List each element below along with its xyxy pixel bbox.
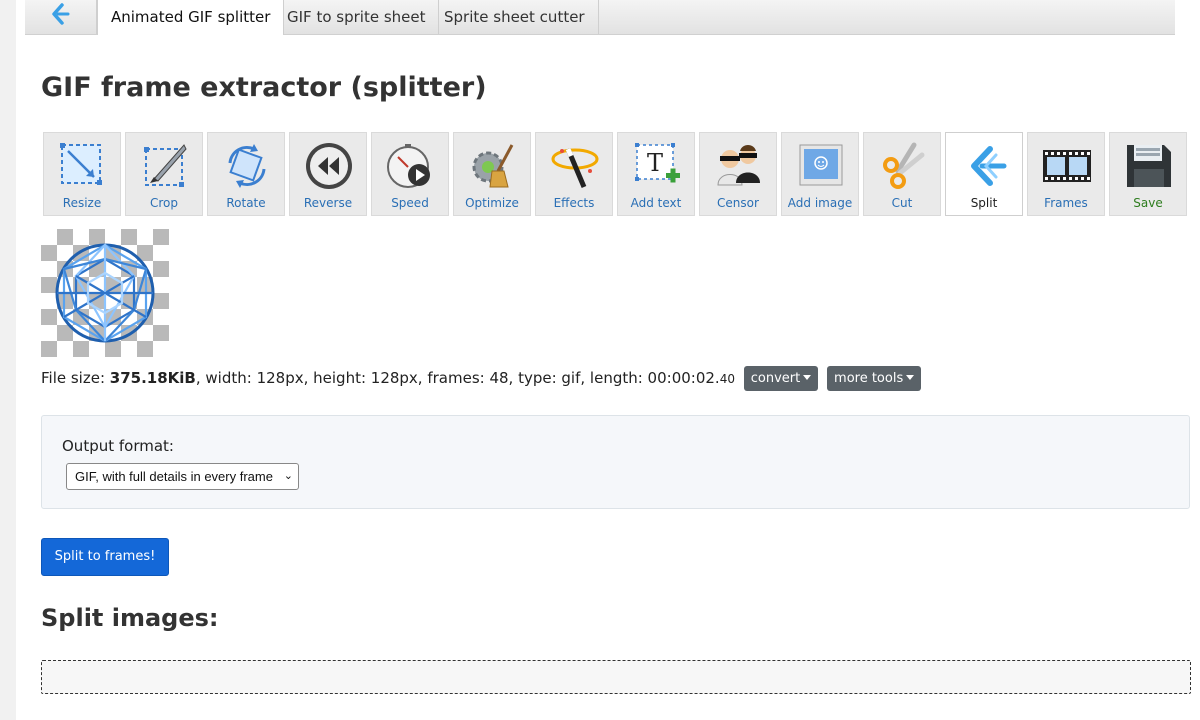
tool-censor-button[interactable]: Censor (699, 132, 777, 216)
censor-icon (717, 145, 760, 186)
frames-icon (1043, 150, 1091, 182)
file-size-label: File size: (41, 369, 110, 387)
output-format-value: GIF, with full details in every frame (75, 469, 273, 484)
tool-label: Split (970, 196, 998, 210)
chevron-down-icon: ⌄ (283, 470, 293, 482)
tool-label: Speed (391, 196, 429, 210)
tool-label: Reverse (303, 196, 353, 210)
page-title: GIF frame extractor (splitter) (41, 72, 487, 103)
tool-label: Save (1133, 196, 1163, 210)
split-images-heading: Split images: (41, 604, 219, 632)
tool-label: Add text (630, 196, 682, 210)
effects-icon (551, 148, 599, 188)
convert-label: convert (750, 371, 801, 386)
tool-optimize-button[interactable]: Optimize (453, 132, 531, 216)
tool-effects-button[interactable]: Effects (535, 132, 613, 216)
home-tab[interactable] (25, 0, 97, 34)
tool-frames-button[interactable]: Frames (1027, 132, 1105, 216)
geodesic-sphere-image (55, 243, 155, 343)
tool-label: Crop (149, 196, 178, 210)
tab-gif-to-sprite-sheet[interactable]: GIF to sprite sheet (274, 0, 440, 34)
tool-label: Add image (787, 196, 853, 210)
resize-icon (60, 143, 102, 185)
tool-speed-button[interactable]: Speed (371, 132, 449, 216)
file-length-fraction: 40 (719, 372, 735, 386)
page-container: Animated GIF splitter GIF to sprite shee… (16, 0, 1200, 720)
tool-split-button[interactable]: Split (945, 132, 1023, 216)
tab-sprite-sheet-cutter[interactable]: Sprite sheet cutter (431, 0, 599, 34)
file-size-value: 375.18KiB (109, 369, 196, 387)
tool-resize-button[interactable]: Resize (43, 132, 121, 216)
tab-bar: Animated GIF splitter GIF to sprite shee… (25, 0, 1175, 35)
tool-label: Effects (553, 196, 595, 210)
file-info: File size: 375.18KiB, width: 128px, heig… (41, 366, 922, 392)
tool-add-image-button[interactable]: Add image (781, 132, 859, 216)
split-icon (971, 146, 1007, 186)
split-to-frames-button[interactable]: Split to frames! (41, 538, 169, 576)
tool-label: Optimize (465, 196, 519, 210)
file-details: , width: 128px, height: 128px, frames: 4… (195, 369, 720, 387)
home-logo-icon (51, 3, 69, 25)
tool-label: Rotate (226, 196, 266, 210)
options-panel: Output format: GIF, with full details in… (41, 415, 1190, 509)
output-format-select[interactable]: GIF, with full details in every frame ⌄ (66, 463, 299, 490)
speed-icon (387, 144, 430, 188)
tab-animated-gif-splitter[interactable]: Animated GIF splitter (97, 0, 285, 35)
tool-toolbar: Resize Crop Rotate Reverse Speed Optimiz… (43, 132, 1200, 216)
split-images-container (41, 660, 1191, 694)
tool-rotate-button[interactable]: Rotate (207, 132, 285, 216)
cut-icon (883, 142, 925, 189)
gif-preview-image (41, 229, 169, 357)
convert-dropdown-button[interactable]: convert (743, 366, 819, 391)
add-text-icon: T (635, 143, 680, 183)
caret-down-icon (803, 375, 812, 380)
add-image-icon (799, 144, 843, 186)
rotate-icon (228, 144, 266, 188)
optimize-icon (472, 144, 514, 188)
reverse-icon (306, 143, 352, 189)
more-tools-dropdown-button[interactable]: more tools (827, 366, 922, 391)
tool-label: Resize (62, 196, 102, 210)
caret-down-icon (906, 375, 915, 380)
save-icon (1127, 145, 1171, 187)
svg-text:T: T (647, 149, 663, 177)
tool-label: Cut (891, 196, 913, 210)
tool-label: Censor (717, 196, 759, 210)
crop-icon (144, 144, 187, 187)
tool-reverse-button[interactable]: Reverse (289, 132, 367, 216)
tool-cut-button[interactable]: Cut (863, 132, 941, 216)
tool-label: Frames (1044, 196, 1088, 210)
output-format-label: Output format: (62, 437, 174, 455)
tool-crop-button[interactable]: Crop (125, 132, 203, 216)
tool-add-text-button[interactable]: T Add text (617, 132, 695, 216)
tool-save-button[interactable]: Save (1109, 132, 1187, 216)
more-tools-label: more tools (834, 371, 904, 386)
